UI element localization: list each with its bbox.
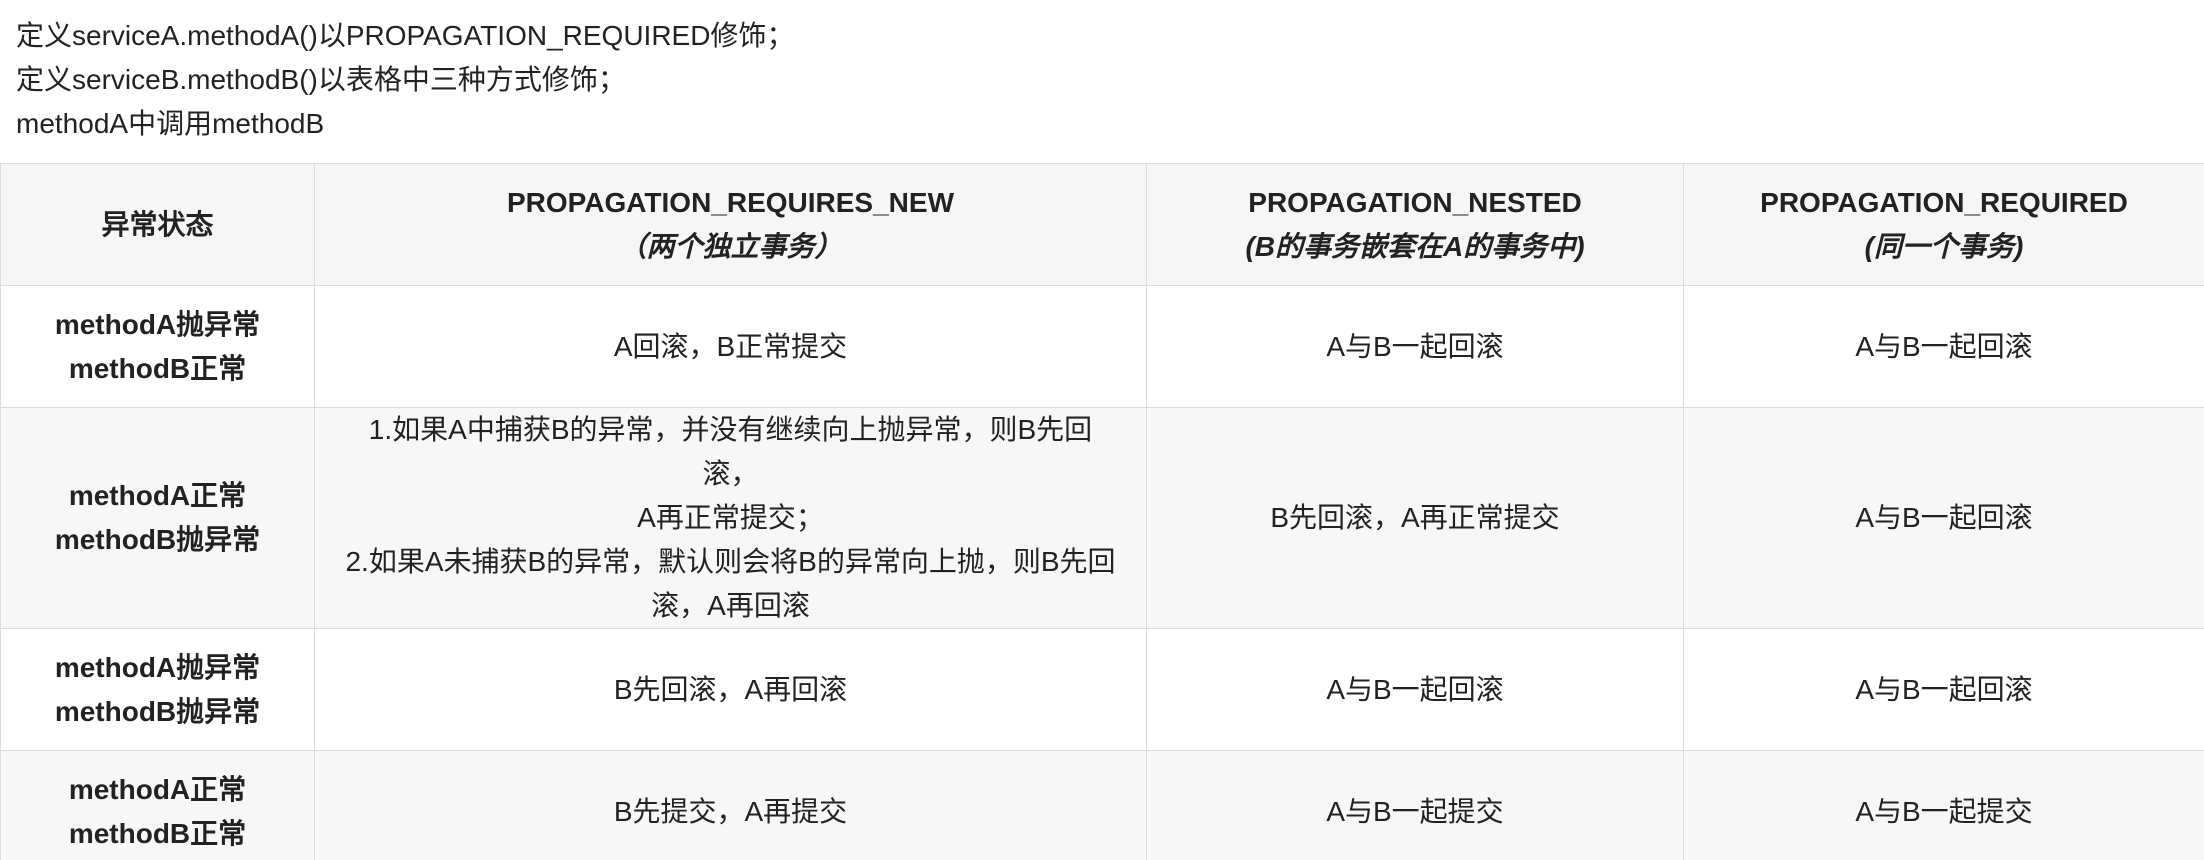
header-requires-new-note: （两个独立事务） <box>618 230 843 262</box>
requires-new-cell: A回滚，B正常提交 <box>314 285 1147 408</box>
header-nested: PROPAGATION_NESTED (B的事务嵌套在A的事务中) <box>1146 163 1684 286</box>
required-cell: A与B一起回滚 <box>1683 628 2204 751</box>
state-line-a: methodA抛异常 <box>54 651 261 683</box>
intro-line-3: methodA中调用methodB <box>16 108 325 139</box>
state-cell: methodA抛异常 methodB正常 <box>0 285 315 408</box>
state-line-b: methodB抛异常 <box>54 524 261 555</box>
table-row: methodA正常 methodB抛异常 1.如果A中捕获B的异常，并没有继续向… <box>0 407 2204 629</box>
header-required: PROPAGATION_REQUIRED (同一个事务) <box>1683 163 2204 286</box>
state-line-b: methodB正常 <box>68 352 247 384</box>
state-line-a: methodA正常 <box>68 773 247 805</box>
header-requires-new: PROPAGATION_REQUIRES_NEW （两个独立事务） <box>314 163 1147 286</box>
intro-line-1: 定义serviceA.methodA()以PROPAGATION_REQUIRE… <box>16 20 795 51</box>
table-row: methodA正常 methodB正常 B先提交，A再提交 A与B一起提交 A与… <box>0 750 2204 860</box>
header-required-name: PROPAGATION_REQUIRED <box>1760 186 2128 218</box>
state-line-b: methodB正常 <box>68 817 247 849</box>
intro-line-2: 定义serviceB.methodB()以表格中三种方式修饰； <box>16 64 626 95</box>
required-cell: A与B一起回滚 <box>1683 285 2204 408</box>
table-row: methodA抛异常 methodB抛异常 B先回滚，A再回滚 A与B一起回滚 … <box>0 628 2204 751</box>
table-header: 异常状态 PROPAGATION_REQUIRES_NEW （两个独立事务） P… <box>0 163 2204 286</box>
requires-new-cell: B先提交，A再提交 <box>314 750 1147 860</box>
table-row: methodA抛异常 methodB正常 A回滚，B正常提交 A与B一起回滚 A… <box>0 285 2204 408</box>
nested-cell: B先回滚，A再正常提交 <box>1146 407 1684 629</box>
state-cell: methodA正常 methodB正常 <box>0 750 315 860</box>
required-cell: A与B一起提交 <box>1683 750 2204 860</box>
requires-new-cell: B先回滚，A再回滚 <box>314 628 1147 751</box>
header-nested-note: (B的事务嵌套在A的事务中) <box>1245 230 1585 262</box>
state-line-b: methodB抛异常 <box>54 695 261 727</box>
propagation-table: 异常状态 PROPAGATION_REQUIRES_NEW （两个独立事务） P… <box>0 163 2204 860</box>
intro-text: 定义serviceA.methodA()以PROPAGATION_REQUIRE… <box>16 14 2186 146</box>
required-cell: A与B一起回滚 <box>1683 407 2204 629</box>
header-required-note: (同一个事务) <box>1864 230 2024 262</box>
table-body: methodA抛异常 methodB正常 A回滚，B正常提交 A与B一起回滚 A… <box>0 285 2204 860</box>
nested-cell: A与B一起回滚 <box>1146 628 1684 751</box>
header-state-label: 异常状态 <box>101 208 214 240</box>
header-row: 异常状态 PROPAGATION_REQUIRES_NEW （两个独立事务） P… <box>0 163 2204 286</box>
header-nested-name: PROPAGATION_NESTED <box>1248 186 1582 218</box>
state-line-a: methodA抛异常 <box>54 308 261 340</box>
nested-cell: A与B一起提交 <box>1146 750 1684 860</box>
requires-new-line-2: A再正常提交； <box>637 502 824 533</box>
requires-new-line-3: 2.如果A未捕获B的异常，默认则会将B的异常向上抛，则B先回 <box>345 546 1116 577</box>
state-line-a: methodA正常 <box>68 480 247 511</box>
requires-new-line-4: 滚，A再回滚 <box>651 590 810 621</box>
nested-cell: A与B一起回滚 <box>1146 285 1684 408</box>
requires-new-line-1: 1.如果A中捕获B的异常，并没有继续向上抛异常，则B先回滚， <box>368 414 1093 489</box>
requires-new-cell: 1.如果A中捕获B的异常，并没有继续向上抛异常，则B先回滚， A再正常提交； 2… <box>314 407 1147 629</box>
state-cell: methodA正常 methodB抛异常 <box>0 407 315 629</box>
header-state: 异常状态 <box>0 163 315 286</box>
state-cell: methodA抛异常 methodB抛异常 <box>0 628 315 751</box>
header-requires-new-name: PROPAGATION_REQUIRES_NEW <box>506 186 954 218</box>
